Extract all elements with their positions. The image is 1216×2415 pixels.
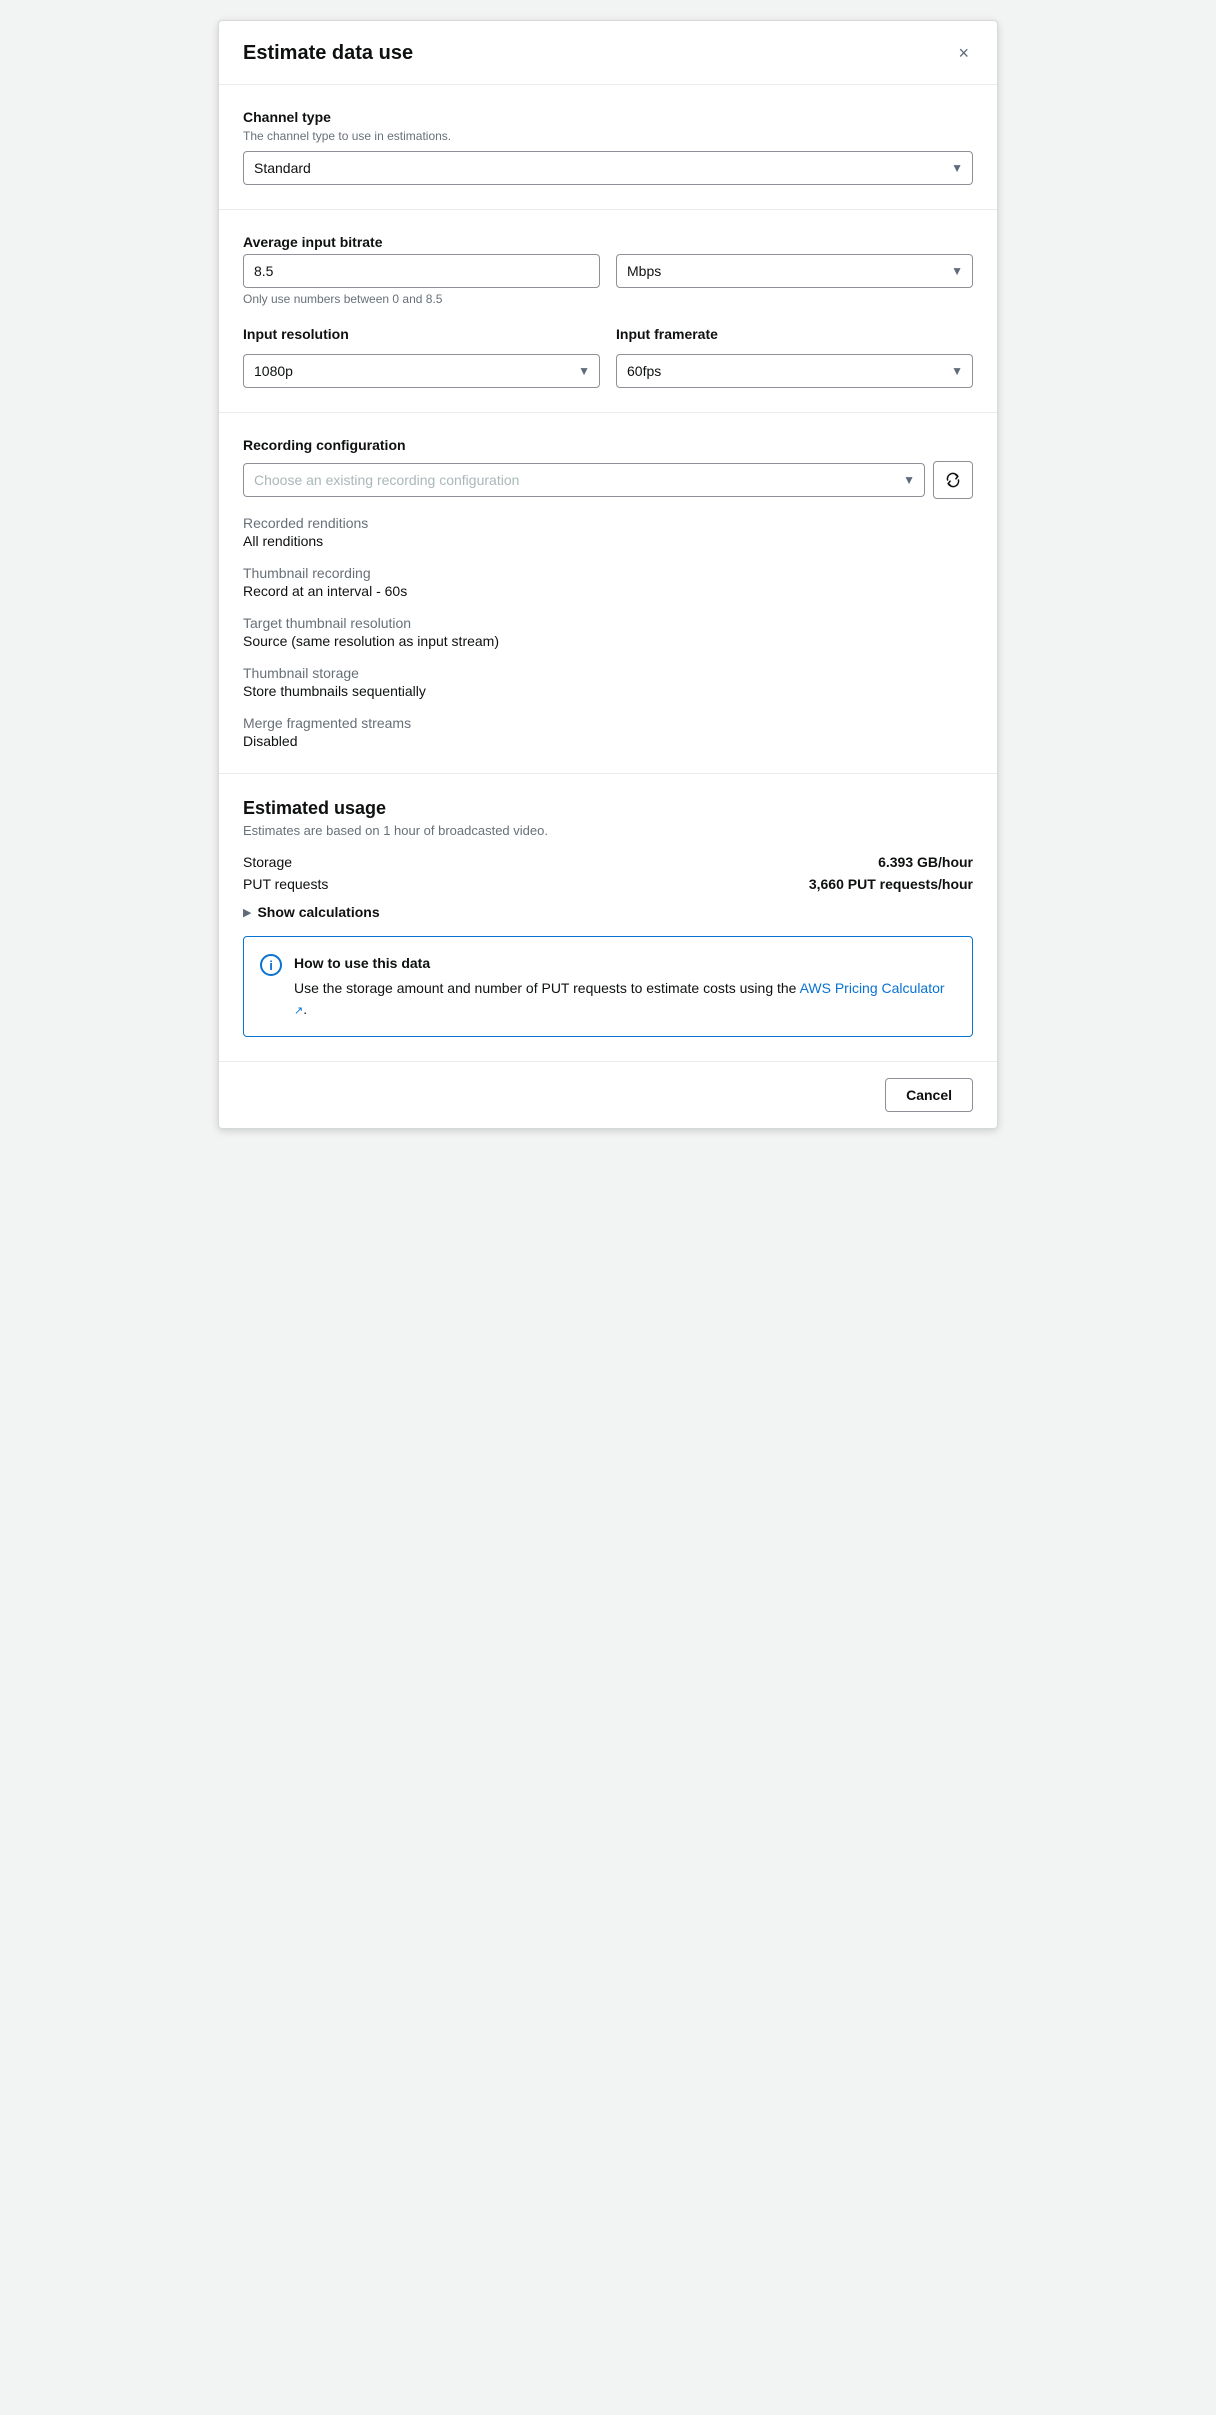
recorded-renditions-row: Recorded renditions All renditions	[243, 515, 973, 549]
bitrate-unit-select-wrapper: Mbps Kbps ▼	[616, 254, 973, 288]
storage-label: Storage	[243, 854, 292, 870]
estimated-usage-section: Estimated usage Estimates are based on 1…	[219, 774, 997, 1061]
thumbnail-recording-row: Thumbnail recording Record at an interva…	[243, 565, 973, 599]
target-thumbnail-resolution-value: Source (same resolution as input stream)	[243, 633, 973, 649]
resolution-label: Input resolution	[243, 326, 600, 342]
recording-select-wrapper: Choose an existing recording configurati…	[243, 463, 925, 497]
recorded-renditions-value: All renditions	[243, 533, 973, 549]
bitrate-section: Average input bitrate Mbps Kbps ▼ Only u…	[219, 210, 997, 413]
recorded-renditions-label: Recorded renditions	[243, 515, 973, 531]
bitrate-unit-select[interactable]: Mbps Kbps	[616, 254, 973, 288]
channel-type-select[interactable]: Standard Basic Advanced HD Advanced SD	[243, 151, 973, 185]
merge-fragmented-streams-value: Disabled	[243, 733, 973, 749]
modal-header: Estimate data use ×	[219, 21, 997, 85]
show-calculations-chevron-right-icon: ▶	[243, 906, 251, 919]
channel-type-label: Channel type	[243, 109, 973, 125]
info-box-body-text: Use the storage amount and number of PUT…	[294, 980, 800, 996]
estimated-usage-title: Estimated usage	[243, 798, 973, 819]
info-box-title: How to use this data	[294, 953, 956, 974]
aws-pricing-link-text: AWS Pricing Calculator	[800, 980, 945, 996]
put-requests-row: PUT requests 3,660 PUT requests/hour	[243, 876, 973, 892]
close-button[interactable]: ×	[954, 39, 973, 68]
info-box: i How to use this data Use the storage a…	[243, 936, 973, 1037]
recording-config-row: Choose an existing recording configurati…	[243, 461, 973, 499]
thumbnail-storage-label: Thumbnail storage	[243, 665, 973, 681]
merge-fragmented-streams-label: Merge fragmented streams	[243, 715, 973, 731]
target-thumbnail-resolution-row: Target thumbnail resolution Source (same…	[243, 615, 973, 649]
info-box-content: How to use this data Use the storage amo…	[294, 953, 956, 1020]
bitrate-row: Mbps Kbps ▼	[243, 254, 973, 288]
show-calculations-label: Show calculations	[257, 904, 379, 920]
framerate-field: Input framerate 60fps 30fps 24fps 15fps …	[616, 326, 973, 388]
modal-body: Channel type The channel type to use in …	[219, 85, 997, 1061]
channel-type-section: Channel type The channel type to use in …	[219, 85, 997, 210]
resolution-field: Input resolution 1080p 720p 480p 360p 24…	[243, 326, 600, 388]
estimated-usage-hint: Estimates are based on 1 hour of broadca…	[243, 823, 973, 838]
channel-type-select-wrapper: Standard Basic Advanced HD Advanced SD ▼	[243, 151, 973, 185]
thumbnail-storage-value: Store thumbnails sequentially	[243, 683, 973, 699]
modal-footer: Cancel	[219, 1061, 997, 1128]
info-icon: i	[260, 954, 282, 976]
refresh-button[interactable]	[933, 461, 973, 499]
framerate-select[interactable]: 60fps 30fps 24fps 15fps	[616, 354, 973, 388]
target-thumbnail-resolution-label: Target thumbnail resolution	[243, 615, 973, 631]
recording-config-label: Recording configuration	[243, 437, 973, 453]
put-requests-value: 3,660 PUT requests/hour	[809, 876, 973, 892]
framerate-select-wrapper: 60fps 30fps 24fps 15fps ▼	[616, 354, 973, 388]
thumbnail-recording-value: Record at an interval - 60s	[243, 583, 973, 599]
modal-title: Estimate data use	[243, 42, 413, 65]
thumbnail-storage-row: Thumbnail storage Store thumbnails seque…	[243, 665, 973, 699]
bitrate-input[interactable]	[243, 254, 600, 288]
recording-config-section: Recording configuration Choose an existi…	[219, 413, 997, 774]
resolution-framerate-row: Input resolution 1080p 720p 480p 360p 24…	[243, 326, 973, 388]
resolution-select-wrapper: 1080p 720p 480p 360p 240p 160p ▼	[243, 354, 600, 388]
storage-value: 6.393 GB/hour	[878, 854, 973, 870]
recording-config-select[interactable]: Choose an existing recording configurati…	[243, 463, 925, 497]
bitrate-hint: Only use numbers between 0 and 8.5	[243, 292, 973, 306]
estimate-data-use-modal: Estimate data use × Channel type The cha…	[218, 20, 998, 1129]
framerate-label: Input framerate	[616, 326, 973, 342]
storage-row: Storage 6.393 GB/hour	[243, 854, 973, 870]
external-link-icon: ↗	[294, 1005, 303, 1017]
resolution-select[interactable]: 1080p 720p 480p 360p 240p 160p	[243, 354, 600, 388]
thumbnail-recording-label: Thumbnail recording	[243, 565, 973, 581]
bitrate-input-wrapper	[243, 254, 600, 288]
merge-fragmented-streams-row: Merge fragmented streams Disabled	[243, 715, 973, 749]
put-requests-label: PUT requests	[243, 876, 328, 892]
channel-type-hint: The channel type to use in estimations.	[243, 129, 973, 143]
info-box-body-suffix: .	[303, 1001, 307, 1017]
show-calculations-button[interactable]: ▶ Show calculations	[243, 904, 380, 920]
bitrate-label: Average input bitrate	[243, 234, 973, 250]
refresh-icon	[945, 472, 961, 488]
cancel-button[interactable]: Cancel	[885, 1078, 973, 1112]
